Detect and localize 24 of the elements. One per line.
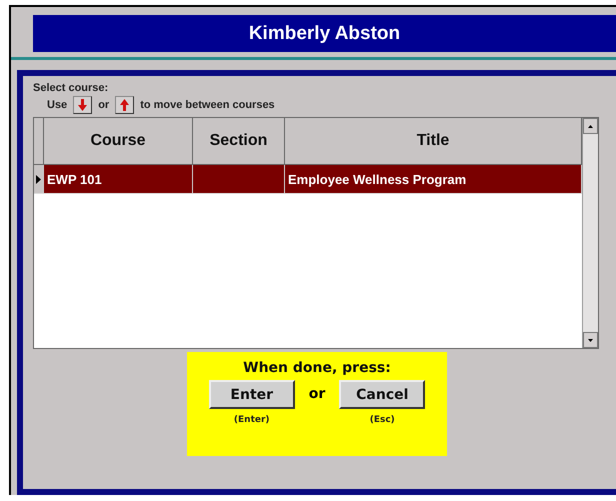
done-message: When done, press: <box>243 360 391 376</box>
scroll-up-button[interactable] <box>583 118 598 134</box>
dialog-button[interactable]: Cancel <box>339 380 426 409</box>
dialog-button[interactable]: Enter <box>208 380 295 409</box>
down-arrow-icon <box>588 338 593 342</box>
window-title: Kimberly Abston <box>33 15 616 52</box>
hint-text: or <box>98 99 110 111</box>
select-course-label: Select course: <box>33 82 110 94</box>
row-pointer-icon <box>36 174 41 184</box>
down-arrow-icon <box>73 96 92 114</box>
hint-text: Use <box>47 99 68 111</box>
scrollbar[interactable] <box>582 118 598 348</box>
column-header[interactable]: Section <box>193 118 285 164</box>
table-cell: EWP 101 <box>47 172 102 186</box>
up-arrow-icon <box>588 124 593 128</box>
table-cell: Employee Wellness Program <box>288 172 466 186</box>
shortcut-hint: (Enter) <box>234 415 270 425</box>
table-row[interactable]: EWP 101 Employee Wellness Program <box>34 165 582 194</box>
scroll-down-button[interactable] <box>583 332 598 348</box>
column-header[interactable]: Course <box>44 118 193 164</box>
or-text: or <box>308 386 326 402</box>
up-arrow-icon <box>115 96 134 114</box>
hint-text: to move between courses <box>140 99 275 111</box>
shortcut-hint: (Esc) <box>370 415 395 425</box>
